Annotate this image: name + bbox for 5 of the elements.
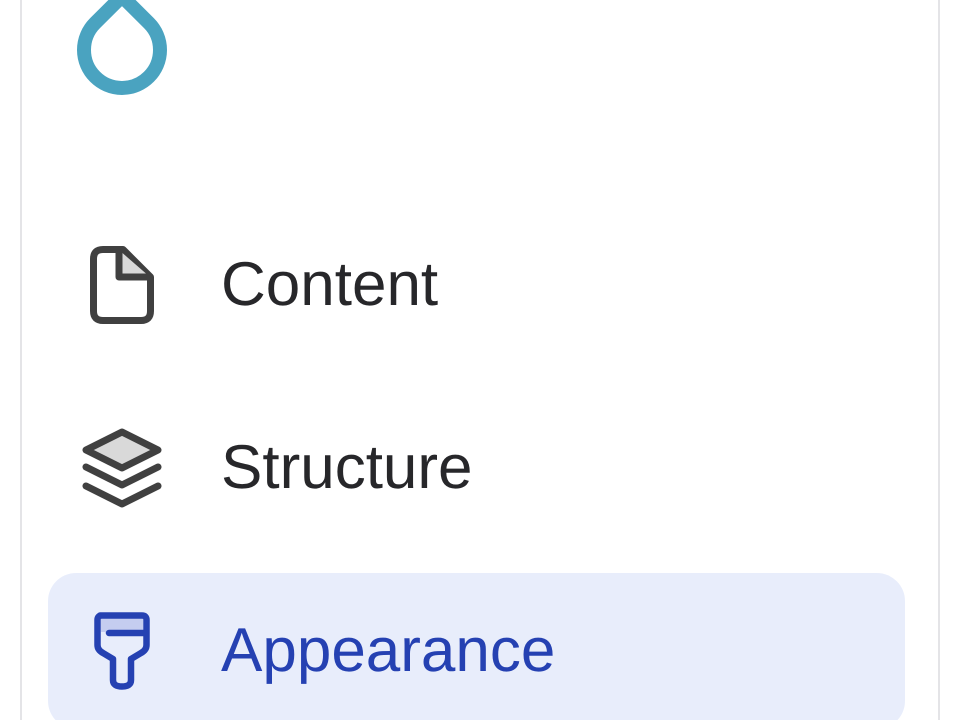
paintbrush-icon — [93, 611, 151, 691]
droplet-logo-icon — [76, 0, 168, 96]
layers-icon — [82, 428, 162, 508]
file-icon — [90, 246, 154, 324]
nav-item[interactable]: Appearance — [48, 573, 905, 720]
